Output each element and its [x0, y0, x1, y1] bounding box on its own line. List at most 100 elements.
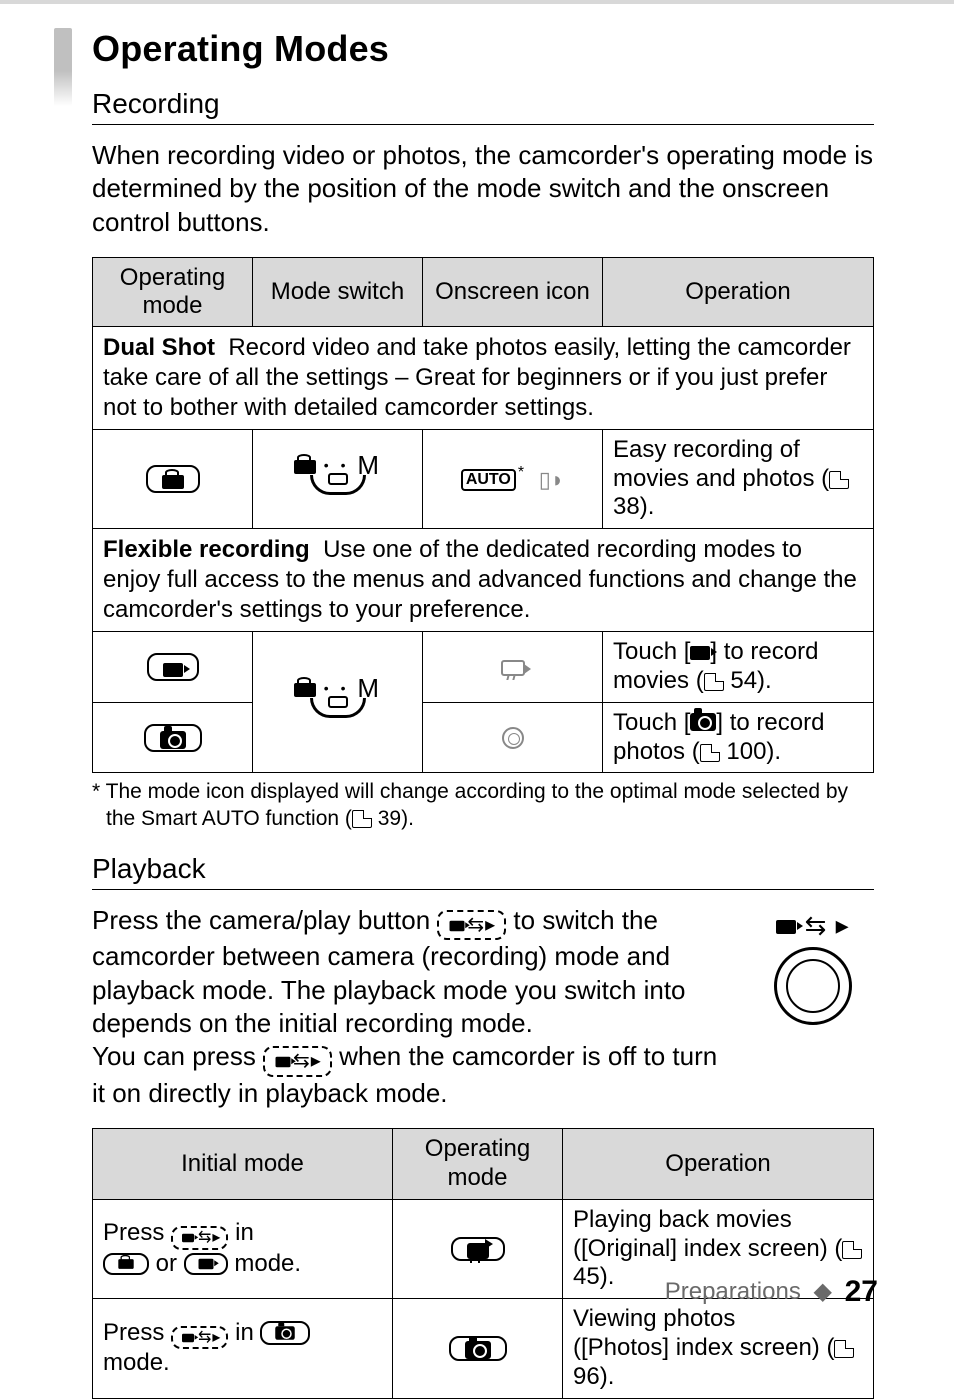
hardware-button-ring-icon [774, 947, 852, 1025]
photo-op-a: Touch [ [613, 709, 690, 736]
camera-play-button-icon-2: ⇆▸ [263, 1046, 332, 1077]
flexible-movie-row: • • M Touch [] to record movies ( 54). [93, 632, 874, 703]
pb-r1-op-a: Playing back movies [573, 1206, 792, 1233]
col-operating-mode: Operating mode [93, 257, 253, 326]
dual-cam-small-icon: ▯◗ [539, 467, 564, 493]
movie-record-onscreen-icon [501, 660, 525, 676]
playback-subheading: Playback [92, 853, 874, 890]
playback-header-row: Initial mode Operating mode Operation [93, 1129, 874, 1200]
page-content: Operating Modes Recording When recording… [92, 28, 874, 1399]
page-ref-icon-2 [704, 673, 724, 691]
pb-r1-op-b: ([Original] index screen) ( [573, 1235, 842, 1262]
flex-photo-opmode-cell [93, 702, 253, 773]
pb-r2-op-c: 96). [573, 1363, 614, 1390]
mode-dial-dualshot-icon: • • M [294, 452, 381, 504]
pb-r2-b: in [228, 1319, 260, 1346]
pb-col-operation: Operation [563, 1129, 874, 1200]
pb-r1-b: in [228, 1219, 253, 1246]
dual-mode-small-icon [103, 1253, 149, 1275]
page-ref-icon-6 [834, 1340, 854, 1358]
movie-op-c: 54). [724, 667, 772, 694]
flex-movie-onscreen-cell [423, 632, 603, 703]
flex-movie-opmode-cell [93, 632, 253, 703]
recording-subheading: Recording [92, 88, 874, 125]
camera-play-hardware-figure: ⇆ ▸ [758, 910, 868, 1025]
playback-para1: Press the camera/play button ⇆▸ to switc… [92, 904, 732, 1040]
playback-table: Initial mode Operating mode Operation Pr… [92, 1128, 874, 1398]
flex-movie-operation: Touch [] to record movies ( 54). [603, 632, 874, 703]
dual-shot-operation: Easy recording of movies and photos ( 38… [603, 429, 874, 528]
pb-r2-op-a: Viewing photos [573, 1305, 735, 1332]
playback-text-wrap: Press the camera/play button ⇆▸ to switc… [92, 904, 732, 1110]
page-ref-icon-4 [352, 810, 372, 828]
dual-shot-desc-row: Dual Shot Record video and take photos e… [93, 326, 874, 429]
hardware-glyphs-icon: ⇆ ▸ [758, 910, 868, 941]
camera-solid-icon [160, 731, 186, 749]
play-movie-icon [467, 1243, 489, 1259]
pb-r1-op-c: 45). [573, 1263, 614, 1290]
pb-col-opmode: Operating mode [393, 1129, 563, 1200]
dual-op-a: Easy recording of movies and photos ( [613, 436, 829, 492]
table-header-row: Operating mode Mode switch Onscreen icon… [93, 257, 874, 326]
footnote-pg: 39). [372, 807, 414, 830]
pb-r1-initial: Press ⇆▸ in or mode. [93, 1199, 393, 1298]
playback-para2: You can press ⇆▸ when the camcorder is o… [92, 1040, 732, 1110]
flexible-label: Flexible recording [103, 536, 310, 563]
dual-mode-glyph-icon [162, 475, 184, 489]
photo-mode-small-icon [260, 1321, 310, 1345]
pb-r2-op-b: ([Photos] index screen) ( [573, 1334, 834, 1361]
photo-touch-icon [690, 713, 716, 731]
recording-intro: When recording video or photos, the camc… [92, 139, 874, 239]
movie-camera-solid-icon [163, 663, 183, 677]
col-onscreen-icon: Onscreen icon [423, 257, 603, 326]
dual-mode-dot-icon [294, 460, 316, 474]
side-accent-bar [54, 28, 72, 106]
mode-dial-flexible-icon: • • M [294, 675, 381, 727]
dual-shot-label: Dual Shot [103, 334, 215, 361]
flexible-photo-row: Touch [] to record photos ( 100). [93, 702, 874, 773]
pb-r1-d: mode. [228, 1250, 301, 1277]
footer-chapter: Preparations [665, 1278, 801, 1305]
page-title: Operating Modes [92, 28, 874, 70]
camera-view-icon [465, 1341, 491, 1359]
pb-r1-a: Press [103, 1219, 171, 1246]
movie-op-a: Touch [ [613, 638, 690, 665]
photo-onscreen-icon [502, 727, 524, 749]
pb-r2-a: Press [103, 1319, 171, 1346]
page-top-rule [0, 0, 954, 4]
dual-shot-row: • • M AUTO* ▯◗ Easy recording of movies … [93, 429, 874, 528]
camera-small-icon [276, 1327, 296, 1341]
camera-play-button-icon: ⇆▸ [437, 910, 506, 941]
flexible-desc: Flexible recording Use one of the dedica… [93, 529, 874, 632]
dual-shot-opmode-cell [93, 429, 253, 528]
photo-mode-icon [144, 724, 202, 752]
flex-photo-onscreen-cell [423, 702, 603, 773]
movie-mode-icon [147, 653, 199, 681]
page-footer: Preparations ◆ 27 [665, 1275, 878, 1309]
dual-shot-desc: Dual Shot Record video and take photos e… [93, 326, 874, 429]
photo-playback-mode-icon [449, 1336, 507, 1361]
page-ref-icon-3 [700, 744, 720, 762]
recording-footnote: * The mode icon displayed will change ac… [92, 779, 874, 832]
movie-mode-small-icon [184, 1253, 228, 1275]
dual-shot-text: Record video and take photos easily, let… [103, 334, 851, 421]
pb-r1-c: or [149, 1250, 184, 1277]
col-mode-switch: Mode switch [253, 257, 423, 326]
dual-shot-switch-cell: • • M [253, 429, 423, 528]
flex-photo-operation: Touch [] to record photos ( 100). [603, 702, 874, 773]
play-para2-a: You can press [92, 1041, 263, 1071]
dual-shot-mode-icon [146, 465, 200, 493]
photo-op-c: 100). [720, 738, 781, 765]
dual-shot-onscreen-cell: AUTO* ▯◗ [423, 429, 603, 528]
playback-block: Press the camera/play button ⇆▸ to switc… [92, 904, 874, 1110]
pb-r2-opmode [393, 1299, 563, 1398]
page-ref-icon [829, 471, 849, 489]
flex-switch-cell: • • M [253, 632, 423, 773]
playback-row-photos: Press ⇆▸ in mode. Viewing photos ([Photo… [93, 1299, 874, 1398]
footnote-text: * The mode icon displayed will change ac… [92, 780, 848, 829]
footer-diamond-icon: ◆ [813, 1278, 831, 1305]
pb-col-initial: Initial mode [93, 1129, 393, 1200]
movie-playback-mode-icon [451, 1237, 505, 1261]
recording-modes-table: Operating mode Mode switch Onscreen icon… [92, 257, 874, 774]
footer-page-number: 27 [845, 1275, 878, 1308]
